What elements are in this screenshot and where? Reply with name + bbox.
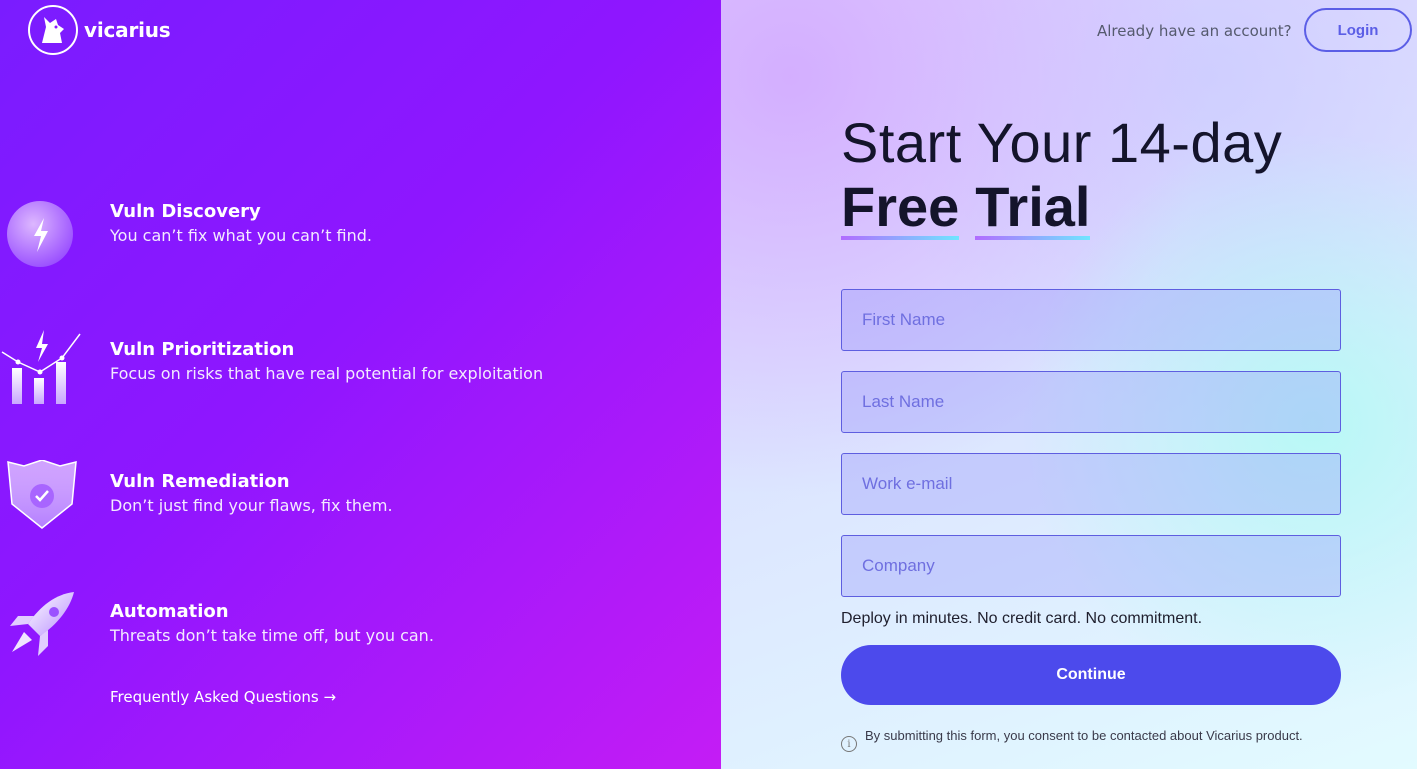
deploy-note: Deploy in minutes. No credit card. No co… [841, 610, 1203, 627]
faq-link[interactable]: Frequently Asked Questions → [110, 688, 336, 706]
features-panel: vicarius Vuln Discovery You can’t fix wh… [0, 0, 721, 769]
feature-title: Vuln Remediation [110, 471, 290, 492]
signup-panel: Already have an account? Login Start You… [721, 0, 1417, 769]
info-icon: i [841, 736, 857, 752]
title-line-1: Start Your 14-day [841, 111, 1283, 174]
wolf-logo-icon [28, 5, 78, 55]
feature-description: Focus on risks that have real potential … [110, 364, 544, 383]
bar-chart-icon [0, 322, 90, 412]
shield-check-icon [0, 459, 90, 550]
page-title: Start Your 14-day Free Trial [841, 108, 1282, 240]
login-button[interactable]: Login [1304, 8, 1412, 52]
email-field[interactable] [841, 453, 1341, 515]
feature-description: You can’t fix what you can’t find. [110, 226, 373, 245]
brand-logo[interactable]: vicarius [28, 5, 171, 55]
feature-description: Threats don’t take time off, but you can… [110, 626, 434, 645]
lightning-orb-icon [0, 200, 90, 290]
have-account-text: Already have an account? [1097, 22, 1292, 40]
consent-notice: i By submitting this form, you consent t… [841, 726, 1361, 752]
first-name-field[interactable] [841, 289, 1341, 351]
feature-title: Vuln Discovery [110, 201, 261, 222]
last-name-field[interactable] [841, 371, 1341, 433]
title-word-free: Free [841, 175, 960, 240]
title-line-2: Free Trial [841, 178, 1282, 240]
feature-description: Don’t just find your flaws, fix them. [110, 496, 393, 515]
company-field[interactable] [841, 535, 1341, 597]
brand-name: vicarius [84, 18, 171, 42]
feature-title: Automation [110, 601, 229, 622]
rocket-icon [0, 590, 90, 680]
continue-button[interactable]: Continue [841, 645, 1341, 705]
title-word-trial: Trial [975, 175, 1091, 240]
feature-title: Vuln Prioritization [110, 339, 295, 360]
consent-text: By submitting this form, you consent to … [865, 728, 1303, 743]
